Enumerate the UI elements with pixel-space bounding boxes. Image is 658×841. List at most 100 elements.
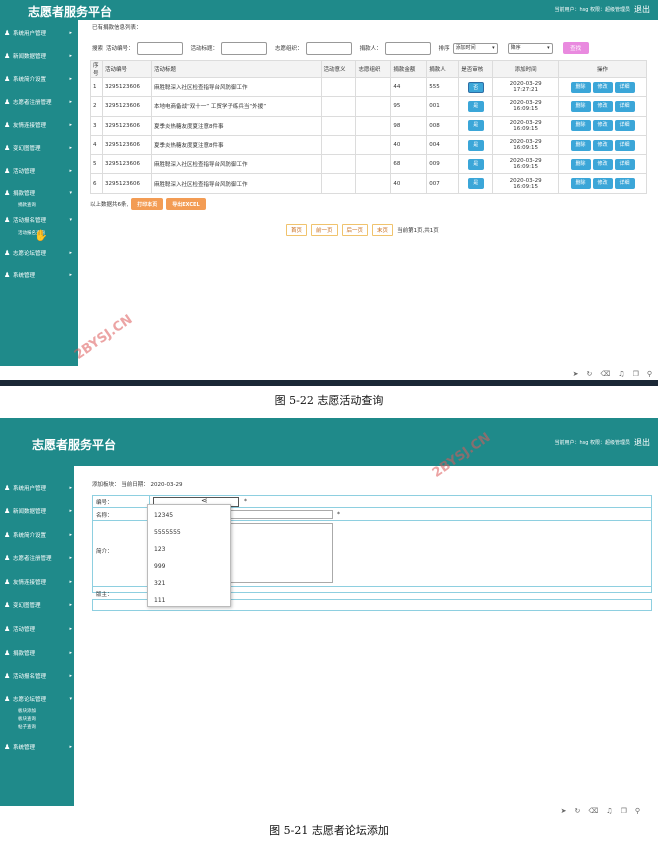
sidebar-subitem-board-add[interactable]: 板块添加	[18, 708, 36, 714]
sidebar-item-links[interactable]: ♟ 友情连接管理 ▸	[4, 575, 74, 589]
name-label: 名称：	[96, 513, 113, 519]
edit-button[interactable]: 修改	[592, 158, 613, 170]
sidebar-item-system[interactable]: ♟ 系统管理 ▸	[4, 740, 74, 754]
delete-button[interactable]: 删除	[570, 81, 591, 93]
edit-button[interactable]: 修改	[592, 120, 613, 132]
autocomplete-option[interactable]: 5555555	[154, 529, 181, 536]
audit-toggle-button[interactable]: 是	[467, 120, 484, 132]
find-button[interactable]: 查找	[562, 42, 589, 54]
detail-button[interactable]: 详细	[614, 158, 635, 170]
edit-button[interactable]: 修改	[592, 100, 613, 112]
sidebar-item-news[interactable]: ♟ 新闻数据管理 ▸	[4, 504, 74, 518]
autocomplete-dropdown[interactable]: 12345 5555555 123 999 321 111	[147, 504, 231, 607]
copy-icon[interactable]: ❐	[633, 370, 639, 378]
sidebar-item-registration[interactable]: ♟ 活动报名管理 ▾	[4, 213, 74, 227]
sidebar-item-activity[interactable]: ♟ 活动管理 ▸	[4, 164, 74, 178]
activity-meaning	[320, 96, 357, 117]
sidebar-item-links[interactable]: ♟ 友情连接管理 ▸	[4, 118, 74, 132]
autocomplete-option[interactable]: 12345	[154, 512, 173, 519]
detail-button[interactable]: 详细	[614, 120, 635, 132]
app-title: 志愿者服务平台	[28, 5, 113, 19]
refresh-icon[interactable]: ↻	[575, 807, 581, 815]
chevron-down-icon: ▾	[69, 190, 72, 196]
activity-title: 麻胜聪深入社区检查指导台风防御工作	[150, 76, 322, 98]
delete-button[interactable]: 删除	[570, 139, 591, 151]
logout-link[interactable]: 退出	[634, 4, 650, 15]
edit-button[interactable]: 修改	[592, 178, 613, 190]
edit-button[interactable]: 修改	[592, 139, 613, 151]
sidebar-item-donation[interactable]: ♟ 捐款管理 ▾	[4, 186, 74, 200]
last-page-button[interactable]: 末页	[372, 224, 394, 236]
sidebar-subitem-post-query[interactable]: 帖子查询	[18, 724, 36, 730]
autocomplete-option[interactable]: 111	[154, 597, 165, 604]
sort-field-select[interactable]: 添加时间 ▾	[452, 42, 498, 54]
audit-cell: 是	[458, 134, 494, 156]
send-icon[interactable]: ➤	[573, 370, 579, 378]
volume-icon[interactable]: ♫	[618, 370, 624, 378]
activity-title-label: 活动标题：	[190, 46, 219, 52]
search-icon[interactable]: ⚲	[635, 807, 640, 815]
audit-toggle-button[interactable]: 是	[467, 178, 484, 190]
audit-toggle-button[interactable]: 否	[467, 81, 484, 93]
search-icon[interactable]: ⚲	[647, 370, 652, 378]
first-page-button[interactable]: 首页	[286, 224, 308, 236]
export-excel-button[interactable]: 导出EXCEL	[166, 198, 206, 210]
detail-button[interactable]: 详细	[614, 100, 635, 112]
audit-toggle-button[interactable]: 是	[467, 100, 484, 112]
users-icon: ♟	[4, 578, 11, 586]
activity-title-input[interactable]	[221, 41, 268, 55]
sidebar-item-system[interactable]: ♟ 系统管理 ▸	[4, 268, 74, 282]
sidebar-subitem-donation-query[interactable]: 捐款查询	[18, 202, 36, 208]
volume-icon[interactable]: ♫	[606, 807, 612, 815]
sidebar-item-donation[interactable]: ♟ 捐款管理 ▸	[4, 646, 74, 660]
screenshot-forum-add: 志愿者服务平台 当前用户：hsg 权限：超级管理员 退出 ♟ 系统用户管理 ▸ ♟ 新…	[0, 418, 658, 820]
sidebar-item-forum[interactable]: ♟ 志愿论坛管理 ▸	[4, 246, 74, 260]
edit-button[interactable]: 修改	[592, 81, 613, 93]
sidebar-item-intro[interactable]: ♟ 系统简介设置 ▸	[4, 72, 74, 86]
next-page-button[interactable]: 后一页	[341, 224, 369, 236]
prev-page-button[interactable]: 前一页	[311, 224, 338, 236]
donor-input[interactable]	[384, 41, 431, 55]
trash-icon[interactable]: ⌫	[600, 370, 610, 378]
sidebar-item-news[interactable]: ♟ 新闻数据管理 ▸	[4, 49, 74, 63]
sort-order-select[interactable]: 降序 ▾	[507, 42, 553, 54]
main-content: 添加板块： 当前日期： 2020-03-29 编号： ⋖ * 名称： * 简介：	[86, 466, 652, 806]
delete-button[interactable]: 删除	[570, 178, 591, 190]
org-label: 志愿组织：	[275, 46, 303, 52]
sidebar-subitem-board-query[interactable]: 板块查询	[18, 716, 36, 722]
delete-button[interactable]: 删除	[570, 100, 591, 112]
print-page-button[interactable]: 打印本页	[131, 198, 164, 210]
sidebar-item-volunteer[interactable]: ♟ 志愿者注册管理 ▸	[4, 551, 74, 565]
detail-button[interactable]: 详细	[614, 178, 635, 190]
sidebar-item-forum[interactable]: ♟ 志愿论坛管理 ▾	[4, 692, 74, 706]
added-time: 2020-03-29 16:09:15	[492, 115, 560, 136]
logout-link[interactable]: 退出	[634, 437, 650, 448]
autocomplete-option[interactable]: 321	[154, 580, 165, 587]
trash-icon[interactable]: ⌫	[588, 807, 598, 815]
activity-meaning	[320, 173, 357, 194]
audit-toggle-button[interactable]: 是	[467, 139, 484, 151]
org-input[interactable]	[305, 41, 352, 55]
detail-button[interactable]: 详细	[614, 139, 635, 151]
sidebar-item-user-mgmt[interactable]: ♟ 系统用户管理 ▸	[4, 481, 74, 495]
delete-button[interactable]: 删除	[570, 158, 591, 170]
delete-button[interactable]: 删除	[570, 120, 591, 132]
autocomplete-option[interactable]: 999	[154, 563, 165, 570]
autocomplete-option[interactable]: 123	[154, 546, 165, 553]
send-icon[interactable]: ➤	[561, 807, 567, 815]
refresh-icon[interactable]: ↻	[587, 370, 593, 378]
copy-icon[interactable]: ❐	[621, 807, 627, 815]
page-status: 当前第1页,共1页	[397, 228, 439, 234]
sidebar-item-carousel[interactable]: ♟ 变幻图管理 ▸	[4, 141, 74, 155]
chevron-right-icon: ▸	[69, 76, 72, 82]
sidebar-item-activity[interactable]: ♟ 活动管理 ▸	[4, 622, 74, 636]
audit-toggle-button[interactable]: 是	[467, 158, 484, 170]
donation-amount: 98	[390, 115, 428, 136]
detail-button[interactable]: 详细	[614, 81, 635, 93]
sidebar-item-intro[interactable]: ♟ 系统简介设置 ▸	[4, 528, 74, 542]
sidebar-item-user-mgmt[interactable]: ♟ 系统用户管理 ▸	[4, 26, 74, 40]
activity-code-input[interactable]	[136, 41, 183, 55]
sidebar-item-registration[interactable]: ♟ 活动报名管理 ▸	[4, 669, 74, 683]
sidebar-item-carousel[interactable]: ♟ 变幻图管理 ▸	[4, 598, 74, 612]
sidebar-item-volunteer[interactable]: ♟ 志愿者注册管理 ▸	[4, 95, 74, 109]
